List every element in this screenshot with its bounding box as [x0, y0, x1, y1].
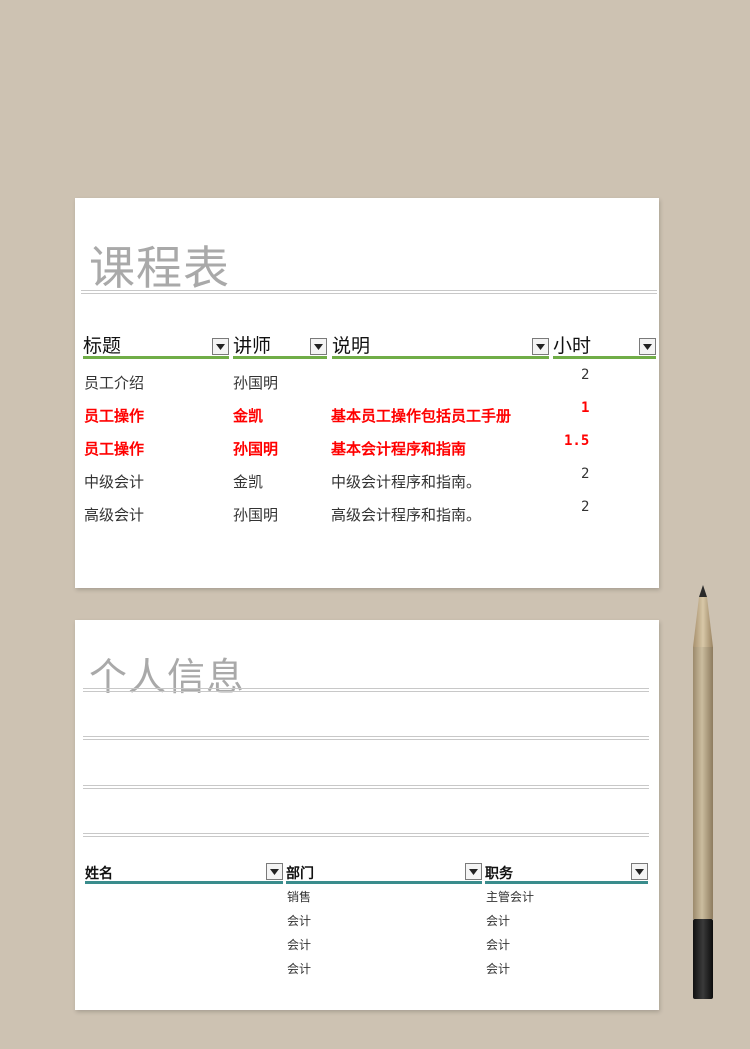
filter-dropdown-button[interactable]: [639, 338, 656, 355]
cell-dept: 会计: [287, 938, 312, 952]
cell-dept: 会计: [287, 962, 312, 976]
cell-hours: 1.5: [564, 433, 590, 449]
cell-desc: 中级会计程序和指南。: [331, 473, 482, 491]
filter-dropdown-button[interactable]: [631, 863, 648, 880]
cell-teacher: 金凯: [233, 407, 264, 425]
dropdown-arrow-icon: [536, 343, 545, 350]
col-header-label: 说明: [332, 335, 371, 357]
personal-title: 个人信息: [89, 655, 246, 699]
col-header-hours: 小时: [553, 330, 656, 359]
col-header-label: 职务: [485, 866, 513, 882]
dropdown-arrow-icon: [635, 868, 644, 875]
cell-dept: 会计: [287, 914, 312, 928]
cell-dept: 销售: [287, 890, 312, 904]
cell-hours: 1: [581, 400, 590, 416]
cell-teacher: 孙国明: [233, 374, 279, 392]
cell-title: 员工操作: [84, 407, 145, 425]
col-header-label: 小时: [553, 335, 592, 357]
form-line: [83, 688, 649, 692]
dropdown-arrow-icon: [469, 868, 478, 875]
cell-teacher: 金凯: [233, 473, 264, 491]
filter-dropdown-button[interactable]: [465, 863, 482, 880]
cell-teacher: 孙国明: [233, 506, 279, 524]
cell-role: 会计: [486, 962, 511, 976]
col-header-name: 姓名: [85, 861, 283, 884]
col-header-label: 讲师: [233, 335, 272, 357]
cell-title: 员工操作: [84, 440, 145, 458]
col-header-desc: 说明: [332, 334, 549, 359]
col-header-label: 标题: [83, 335, 122, 357]
col-header-label: 姓名: [85, 866, 113, 882]
personal-info-card: 个人信息 姓名 部门 职务 销售 主管会计 会计 会计 会计 会计 会计 会计: [75, 620, 659, 1010]
cell-teacher: 孙国明: [233, 440, 279, 458]
filter-dropdown-button[interactable]: [266, 863, 283, 880]
cell-role: 会计: [486, 938, 511, 952]
cell-desc: 基本会计程序和指南: [331, 440, 467, 458]
cell-title: 高级会计: [84, 506, 145, 524]
title-divider: [81, 290, 657, 294]
cell-role: 主管会计: [486, 890, 535, 904]
dropdown-arrow-icon: [216, 343, 225, 350]
dropdown-arrow-icon: [314, 343, 323, 350]
filter-dropdown-button[interactable]: [212, 338, 229, 355]
dropdown-arrow-icon: [270, 868, 279, 875]
schedule-title: 课程表: [89, 241, 230, 295]
col-header-role: 职务: [485, 861, 648, 884]
cell-hours: 2: [581, 466, 590, 482]
col-header-title: 标题: [83, 334, 229, 359]
cell-hours: 2: [581, 499, 590, 515]
col-header-teacher: 讲师: [233, 334, 327, 359]
filter-dropdown-button[interactable]: [310, 338, 327, 355]
form-line: [83, 833, 649, 837]
cell-desc: 高级会计程序和指南。: [331, 506, 482, 524]
cell-role: 会计: [486, 914, 511, 928]
filter-dropdown-button[interactable]: [532, 338, 549, 355]
cell-title: 中级会计: [84, 473, 145, 491]
cell-title: 员工介绍: [84, 374, 145, 392]
form-line: [83, 736, 649, 740]
schedule-card: 课程表 标题 讲师 说明 小时 员工介绍 孙国明 2 员工操作 金凯 基本员工操…: [75, 198, 659, 588]
form-line: [83, 785, 649, 789]
cell-hours: 2: [581, 367, 590, 383]
pencil-icon: [693, 585, 713, 999]
col-header-label: 部门: [286, 866, 314, 882]
col-header-dept: 部门: [286, 861, 482, 884]
dropdown-arrow-icon: [643, 343, 652, 350]
cell-desc: 基本员工操作包括员工手册: [331, 407, 512, 425]
